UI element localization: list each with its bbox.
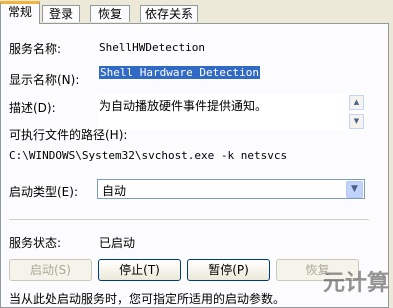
service-name-label: 服务名称: <box>9 42 62 56</box>
service-status-label: 服务状态: <box>9 236 62 250</box>
stop-button[interactable]: 停止(T) <box>98 259 181 281</box>
display-name-value: Shell Hardware Detection <box>99 66 260 79</box>
startup-type-label: 启动类型(E): <box>9 185 78 199</box>
scroll-up-icon[interactable]: ▲ <box>349 95 364 110</box>
watermark-logo: 元计算 <box>322 271 389 296</box>
startup-type-select[interactable]: 自动 ▼ <box>97 179 365 199</box>
tab-recovery[interactable]: 恢复 <box>90 5 130 22</box>
footer-text: 当从此处启动服务时，您可指定所适用的启动参数。 <box>9 292 286 306</box>
scroll-down-icon[interactable]: ▼ <box>349 114 364 129</box>
tab-bar: 常规 登录 恢复 依存关系 <box>0 0 393 24</box>
start-button[interactable]: 启动(S) <box>9 259 92 281</box>
section-divider <box>9 219 369 220</box>
exe-path-value: C:\WINDOWS\System32\svchost.exe -k netsv… <box>9 149 288 162</box>
chevron-down-icon[interactable]: ▼ <box>346 181 363 198</box>
description-label: 描述(D): <box>9 101 56 115</box>
description-field[interactable]: 为自动播放硬件事件提供通知。 ▲ ▼ <box>97 94 365 130</box>
service-name-value: ShellHWDetection <box>99 41 205 54</box>
pause-button[interactable]: 暂停(P) <box>187 259 270 281</box>
exe-path-label: 可执行文件的路径(H): <box>9 128 128 142</box>
tab-logon[interactable]: 登录 <box>42 5 80 22</box>
service-status-value: 已启动 <box>99 236 136 250</box>
tab-dependencies[interactable]: 依存关系 <box>140 5 198 22</box>
display-name-field[interactable]: Shell Hardware Detection <box>99 66 260 79</box>
startup-type-value: 自动 <box>102 184 127 198</box>
description-value: 为自动播放硬件事件提供通知。 <box>99 99 268 113</box>
display-name-label: 显示名称(N): <box>9 73 80 87</box>
tab-general[interactable]: 常规 <box>0 1 40 24</box>
